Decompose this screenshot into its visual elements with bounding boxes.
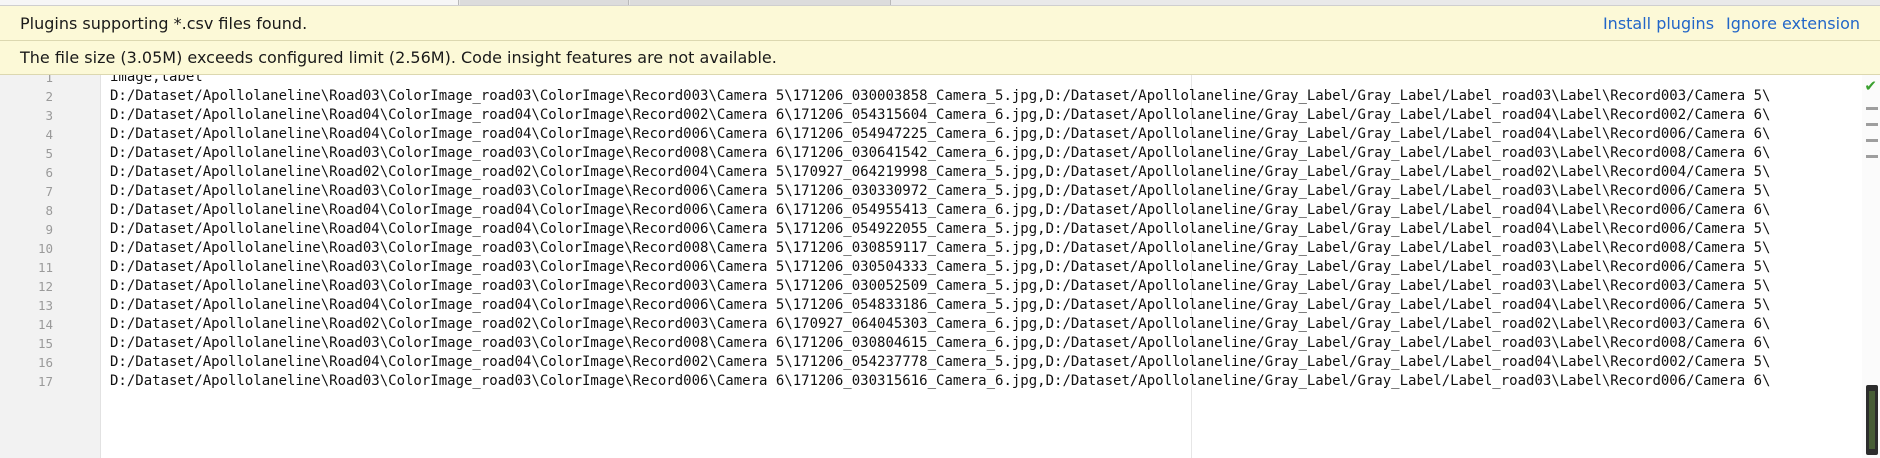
scroll-marker xyxy=(1866,123,1878,126)
vertical-scrollbar[interactable]: ✔ xyxy=(1862,75,1880,458)
file-size-message: The file size (3.05M) exceeds configured… xyxy=(20,48,777,67)
scrollbar-thumb[interactable] xyxy=(1866,385,1878,455)
scroll-marker xyxy=(1866,139,1878,142)
scroll-marker xyxy=(1866,155,1878,158)
check-icon: ✔ xyxy=(1864,77,1877,95)
plugins-message: Plugins supporting *.csv files found. xyxy=(20,13,308,33)
scroll-marker xyxy=(1866,107,1878,110)
code-editor[interactable]: 1 image,label 2 D:/Dataset/Apollolaneline\R… xyxy=(0,75,1880,458)
install-plugins-link[interactable]: Install plugins xyxy=(1603,14,1714,33)
line-number: 17 xyxy=(37,374,53,389)
ignore-extension-link[interactable]: Ignore extension xyxy=(1726,14,1860,33)
editor-tab[interactable] xyxy=(0,0,459,5)
banner-actions: Install plugins Ignore extension xyxy=(1603,6,1860,40)
editor-tab[interactable] xyxy=(460,0,629,5)
editor-tab[interactable] xyxy=(630,0,891,5)
code-line[interactable]: 17 D:/Dataset/Apollolaneline\Road03\Color… xyxy=(0,370,1880,393)
line-text[interactable]: D:/Dataset/Apollolaneline\Road03\ColorIm… xyxy=(110,370,1770,393)
plugins-notification-banner: Plugins supporting *.csv files found. In… xyxy=(0,6,1880,41)
file-size-warning-banner: The file size (3.05M) exceeds configured… xyxy=(0,41,1880,75)
